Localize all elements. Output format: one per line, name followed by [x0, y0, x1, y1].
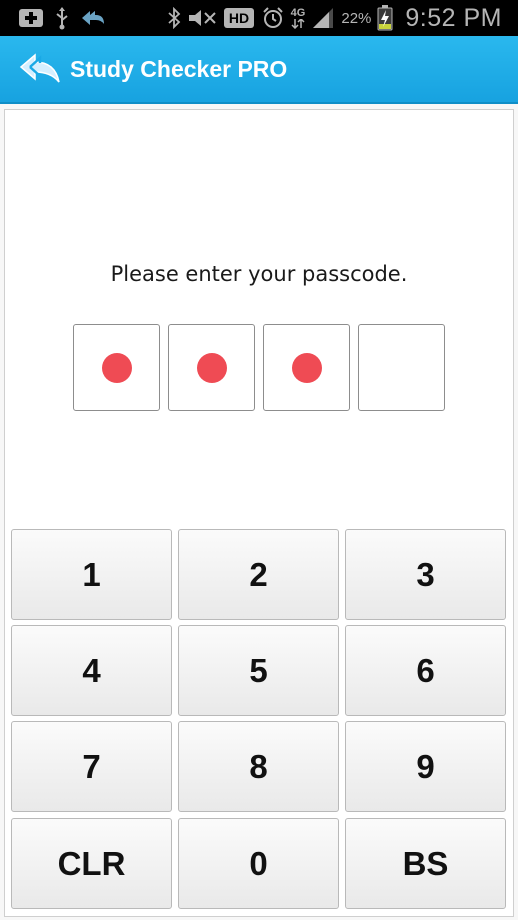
double-back-arrow-icon[interactable]: [18, 47, 62, 91]
status-bar: HD 4G 22% 9:52 PM: [0, 0, 518, 36]
key-0[interactable]: 0: [178, 818, 339, 909]
network-label: 4G: [290, 6, 306, 19]
passcode-digit-box: [168, 324, 255, 411]
battery-charging-icon: [377, 5, 393, 31]
passcode-dot: [101, 352, 132, 383]
svg-text:HD: HD: [229, 10, 249, 26]
passcode-digit-box: [73, 324, 160, 411]
passcode-prompt: Please enter your passcode.: [110, 262, 408, 286]
key-6[interactable]: 6: [345, 625, 506, 716]
key-5[interactable]: 5: [178, 625, 339, 716]
passcode-digit-box: [263, 324, 350, 411]
hd-icon: HD: [223, 7, 255, 29]
battery-percent: 22%: [341, 9, 372, 27]
passcode-dot: [291, 352, 322, 383]
app-title: Study Checker PRO: [70, 55, 288, 82]
mute-icon: [187, 7, 217, 29]
signal-icon: [311, 7, 335, 29]
network-4g-icon: 4G: [290, 6, 306, 29]
key-7[interactable]: 7: [11, 721, 172, 812]
backspace-button[interactable]: BS: [345, 818, 506, 909]
key-4[interactable]: 4: [11, 625, 172, 716]
usb-icon: [54, 6, 70, 30]
key-2[interactable]: 2: [178, 529, 339, 620]
passcode-dot: [196, 352, 227, 383]
add-notification-icon: [18, 7, 44, 29]
key-1[interactable]: 1: [11, 529, 172, 620]
passcode-digit-box: [358, 324, 445, 411]
action-bar: Study Checker PRO: [0, 36, 518, 104]
key-8[interactable]: 8: [178, 721, 339, 812]
clear-button[interactable]: CLR: [11, 818, 172, 909]
alarm-icon: [261, 6, 285, 30]
key-3[interactable]: 3: [345, 529, 506, 620]
key-9[interactable]: 9: [345, 721, 506, 812]
bluetooth-icon: [167, 7, 181, 29]
clock: 9:52 PM: [405, 3, 502, 32]
double-arrow-back-icon: [80, 8, 108, 28]
